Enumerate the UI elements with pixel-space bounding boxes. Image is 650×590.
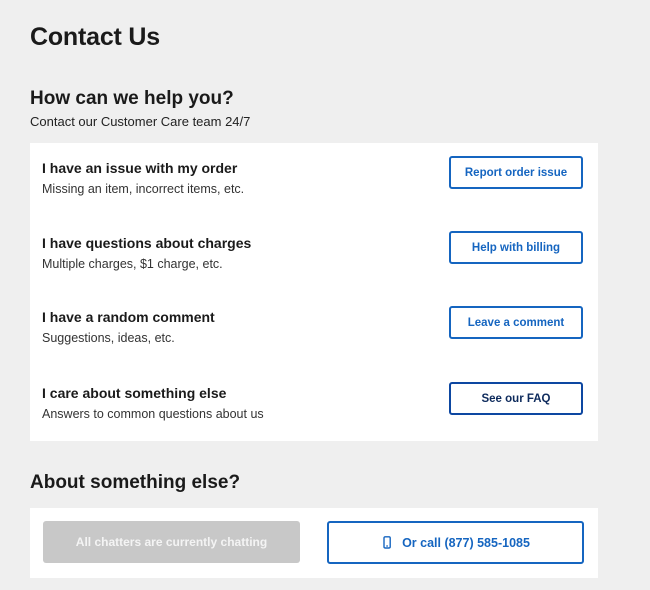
phone-icon — [381, 536, 393, 549]
help-with-billing-button[interactable]: Help with billing — [449, 231, 583, 264]
option-title: I have questions about charges — [42, 235, 252, 251]
option-description: Multiple charges, $1 charge, etc. — [42, 257, 223, 271]
leave-comment-button[interactable]: Leave a comment — [449, 306, 583, 339]
option-title: I care about something else — [42, 385, 227, 401]
option-title: I have a random comment — [42, 309, 215, 325]
option-description: Missing an item, incorrect items, etc. — [42, 182, 245, 196]
call-button-label: Or call (877) 585-1085 — [402, 535, 530, 550]
option-something-else: I care about something else Answers to c… — [30, 382, 598, 444]
help-options-card: I have an issue with my order Missing an… — [30, 143, 598, 441]
option-charges: I have questions about charges Multiple … — [30, 231, 598, 294]
page-title: Contact Us — [30, 23, 160, 51]
about-something-else-heading: About something else? — [30, 472, 241, 493]
call-button[interactable]: Or call (877) 585-1085 — [327, 521, 584, 564]
report-order-issue-button[interactable]: Report order issue — [449, 156, 583, 189]
help-subheading: Contact our Customer Care team 24/7 — [30, 114, 251, 129]
contact-methods-card: All chatters are currently chatting Or c… — [30, 508, 598, 578]
help-heading: How can we help you? — [30, 88, 234, 109]
option-order-issue: I have an issue with my order Missing an… — [30, 156, 598, 219]
option-description: Answers to common questions about us — [42, 407, 264, 421]
see-faq-button[interactable]: See our FAQ — [449, 382, 583, 415]
option-description: Suggestions, ideas, etc. — [42, 331, 175, 345]
chat-button[interactable]: All chatters are currently chatting — [43, 521, 300, 563]
option-comment: I have a random comment Suggestions, ide… — [30, 306, 598, 368]
option-title: I have an issue with my order — [42, 160, 238, 176]
